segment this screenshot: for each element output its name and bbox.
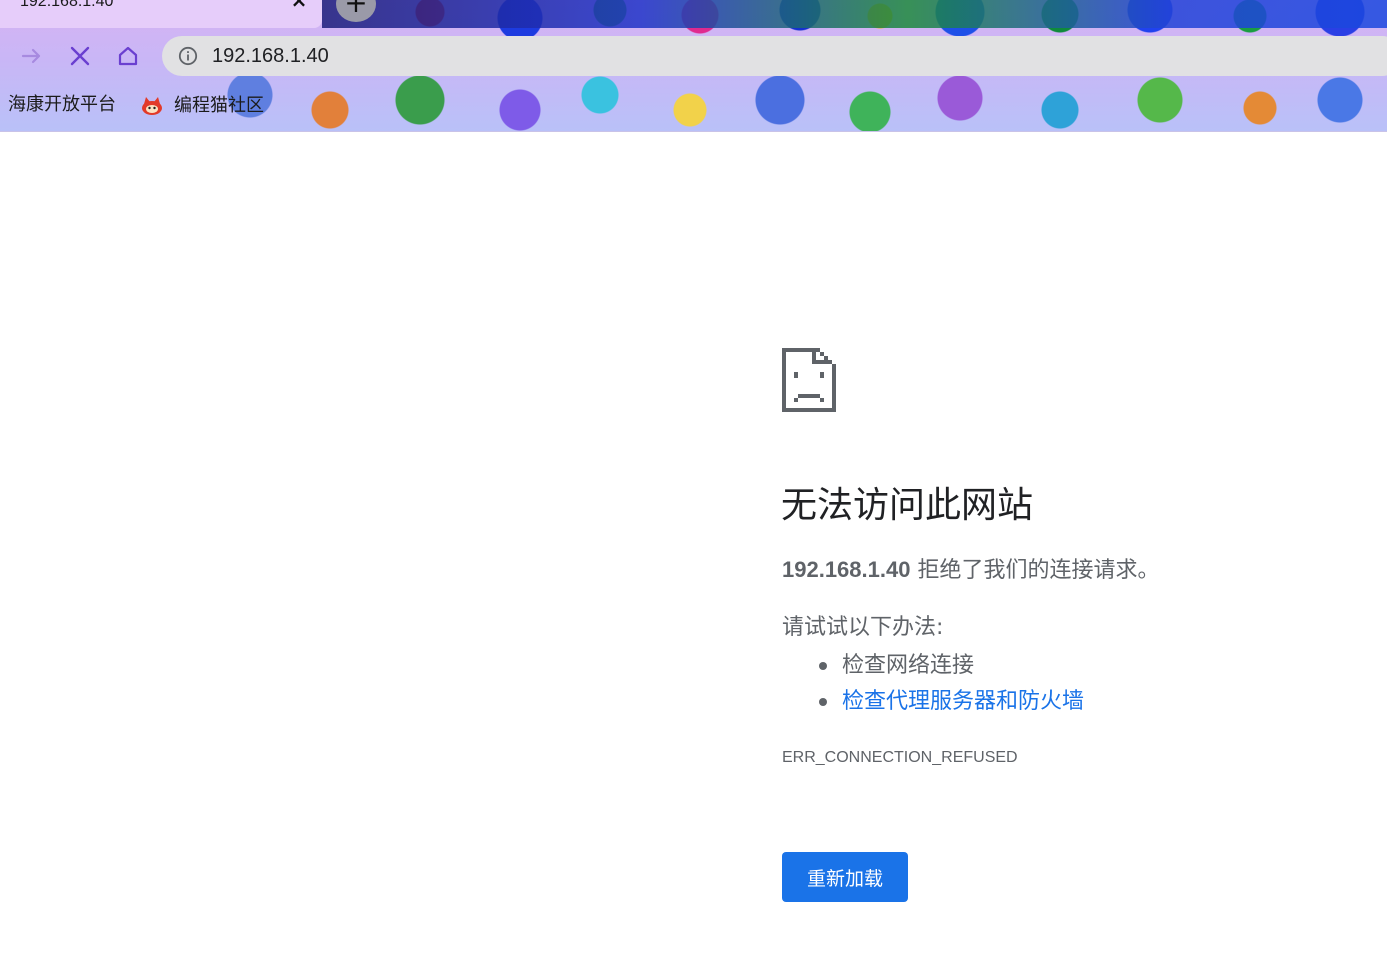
home-icon: [118, 46, 138, 66]
bookmark-hikvision[interactable]: 海康开放平台: [8, 94, 116, 116]
error-summary-text: 拒绝了我们的连接请求。: [910, 558, 1160, 583]
error-summary: 192.168.1.40 拒绝了我们的连接请求。: [782, 556, 1159, 585]
suggestions-list: 检查网络连接 检查代理服务器和防火墙: [816, 648, 1084, 720]
forward-arrow-icon: [21, 48, 41, 64]
url-text[interactable]: 192.168.1.40: [212, 45, 329, 67]
tab-close-icon[interactable]: ×: [289, 0, 309, 10]
forward-button[interactable]: [16, 40, 48, 72]
suggestion-check-proxy-link[interactable]: 检查代理服务器和防火墙: [842, 689, 1084, 714]
codemao-favicon-icon: [142, 97, 162, 115]
info-icon[interactable]: [178, 46, 198, 66]
error-title: 无法访问此网站: [781, 485, 1034, 526]
browser-chrome: 192.168.1.40 × + 192.168.1.40 海康开放平台 编程猫…: [0, 0, 1387, 132]
error-code: ERR_CONNECTION_REFUSED: [782, 749, 1018, 766]
bookmark-codemao[interactable]: 编程猫社区: [140, 94, 264, 118]
list-item: 检查网络连接: [816, 648, 1084, 684]
stop-x-icon: [70, 46, 90, 66]
suggestion-check-network: 检查网络连接: [842, 653, 975, 678]
address-bar[interactable]: 192.168.1.40: [162, 36, 1387, 76]
tab-title[interactable]: 192.168.1.40: [20, 0, 113, 12]
reload-button[interactable]: 重新加载: [782, 852, 908, 902]
tab-strip-background: [322, 0, 1387, 28]
sad-document-icon: [782, 348, 836, 412]
error-host: 192.168.1.40: [782, 557, 911, 582]
list-item: 检查代理服务器和防火墙: [816, 684, 1084, 720]
stop-loading-button[interactable]: [64, 40, 96, 72]
suggestions-heading: 请试试以下办法:: [782, 615, 944, 640]
home-button[interactable]: [112, 40, 144, 72]
bookmark-codemao-label: 编程猫社区: [174, 95, 264, 116]
